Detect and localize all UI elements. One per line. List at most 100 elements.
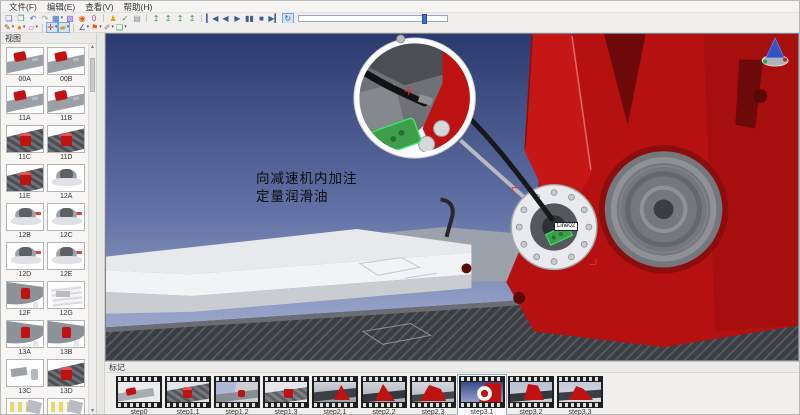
pause-icon[interactable]: ▮▮ xyxy=(244,14,254,23)
view-thumbnail-image[interactable] xyxy=(6,203,44,231)
view-thumbnail-12A[interactable]: 12A xyxy=(46,164,88,201)
view-thumbnail-image[interactable] xyxy=(6,359,44,387)
view-thumbnail-12D[interactable]: 12D xyxy=(4,242,46,279)
view-thumbnail-12G[interactable]: 12G xyxy=(46,281,88,318)
scroll-down-icon[interactable]: ▼ xyxy=(90,408,95,414)
view-thumbnail-13B[interactable]: 13B xyxy=(46,320,88,357)
flag-tool-icon-dropdown[interactable]: ▾ xyxy=(99,23,102,32)
step-thumbnail-image[interactable] xyxy=(216,382,258,402)
redo-icon[interactable]: ↷ xyxy=(40,14,50,23)
image-capture-icon[interactable]: ▧ xyxy=(65,14,75,23)
paste-icon[interactable]: ❐ xyxy=(16,14,26,23)
step-thumbnail-image[interactable] xyxy=(167,382,209,402)
move-tool-icon[interactable]: ✛▾ xyxy=(47,23,57,32)
view-thumbnail-image[interactable] xyxy=(47,320,85,348)
view-thumbnail-image[interactable] xyxy=(6,86,44,114)
grid-page-icon[interactable]: ▤ xyxy=(132,14,142,23)
view-thumbnail-12C[interactable]: 12C xyxy=(46,203,88,240)
move-tool-icon-dropdown[interactable]: ▾ xyxy=(55,23,58,32)
step-thumbnail-image[interactable] xyxy=(363,382,405,402)
loop-icon[interactable]: ↻ xyxy=(283,14,293,23)
view-thumbnail-image[interactable] xyxy=(6,281,44,309)
view-thumbnail-image[interactable] xyxy=(6,398,44,414)
step-thumbnail-step2.2[interactable]: step2.2 xyxy=(360,375,408,415)
export-up-icon-1[interactable]: ↥ xyxy=(151,14,161,23)
view-thumbnail-image[interactable] xyxy=(47,242,85,270)
step-thumbnail-step2.1[interactable]: step2.1 xyxy=(311,375,359,415)
step-filmstrip-frame[interactable] xyxy=(410,376,456,408)
panel-splitter[interactable] xyxy=(97,33,105,414)
menu-item-0[interactable]: 文件(F) xyxy=(4,1,42,13)
stop-icon[interactable]: ■ xyxy=(256,14,266,23)
step-thumbnail-step0[interactable]: step0 xyxy=(115,375,163,415)
view-thumbnail-image[interactable] xyxy=(47,281,85,309)
step-thumbnail-image[interactable] xyxy=(412,382,454,402)
go-last-icon[interactable]: ▶▎ xyxy=(268,14,280,23)
view-thumbnail-11B[interactable]: 11B xyxy=(46,86,88,123)
pen-tool-icon-dropdown[interactable]: ▾ xyxy=(12,23,15,32)
view-thumbnail-image[interactable] xyxy=(6,320,44,348)
view-thumbnail-image[interactable] xyxy=(47,359,85,387)
menu-item-3[interactable]: 帮助(H) xyxy=(119,1,158,13)
step-thumbnail-image[interactable] xyxy=(314,382,356,402)
knife-tool-icon[interactable]: ✐▾ xyxy=(104,23,114,32)
step-thumbnail-image[interactable] xyxy=(559,382,601,402)
step-filmstrip-frame[interactable] xyxy=(508,376,554,408)
step-filmstrip-frame[interactable] xyxy=(214,376,260,408)
timeline-slider[interactable] xyxy=(298,15,448,22)
view-thumbnail-image[interactable] xyxy=(47,86,85,114)
step-filmstrip-frame[interactable] xyxy=(263,376,309,408)
view-thumbnail-image[interactable] xyxy=(6,125,44,153)
eraser-tool-icon-dropdown[interactable]: ▾ xyxy=(36,23,39,32)
view-thumbnail-12B[interactable]: 12B xyxy=(4,203,46,240)
view-thumbnail-image[interactable] xyxy=(6,164,44,192)
view-thumbnail-image[interactable] xyxy=(6,242,44,270)
view-thumbnail-image[interactable] xyxy=(47,47,85,75)
measure-tool-icon-dropdown[interactable]: ▾ xyxy=(87,23,90,32)
eraser-tool-icon[interactable]: ▱▾ xyxy=(28,23,38,32)
step-thumbnail-image[interactable] xyxy=(510,382,552,402)
menu-item-2[interactable]: 查看(V) xyxy=(80,1,118,13)
step-filmstrip-frame[interactable] xyxy=(557,376,603,408)
step-thumbnail-step1.3[interactable]: step1.3 xyxy=(262,375,310,415)
step-thumbnail-image[interactable] xyxy=(461,382,503,402)
timeline-slider-handle[interactable] xyxy=(422,14,427,24)
view-thumbnail-13D[interactable]: 13D xyxy=(46,359,88,396)
export-up-icon-4[interactable]: ↥ xyxy=(187,14,197,23)
color-ball-tool-icon[interactable]: ●▾ xyxy=(16,23,26,32)
open-file-icon[interactable]: ❏ xyxy=(4,14,14,23)
display-mode-icon[interactable]: ▦▾ xyxy=(52,14,63,23)
undo-icon[interactable]: ↶ xyxy=(28,14,38,23)
step-filmstrip-frame[interactable] xyxy=(116,376,162,408)
step-thumbnail-step2.3[interactable]: step2.3 xyxy=(409,375,457,415)
view-thumbnail-image[interactable] xyxy=(47,164,85,192)
play-icon[interactable]: ▶ xyxy=(232,14,242,23)
stamp-tool-icon-dropdown[interactable]: ▾ xyxy=(124,23,127,32)
marker-tool-icon[interactable]: ▰▾ xyxy=(59,23,69,32)
view-thumbnail-partial-18[interactable] xyxy=(4,398,46,414)
flag-tool-icon[interactable]: ⚑▾ xyxy=(91,23,102,32)
view-thumbnail-11C[interactable]: 11C xyxy=(4,125,46,162)
view-thumbnail-11A[interactable]: 11A xyxy=(4,86,46,123)
views-scrollbar-thumb[interactable] xyxy=(90,58,95,92)
view-thumbnail-11D[interactable]: 11D xyxy=(46,125,88,162)
step-back-icon[interactable]: ◀ xyxy=(220,14,230,23)
view-thumbnail-image[interactable] xyxy=(6,47,44,75)
export-up-icon-2[interactable]: ↥ xyxy=(163,14,173,23)
step-filmstrip-frame[interactable] xyxy=(165,376,211,408)
step-thumbnail-image[interactable] xyxy=(265,382,307,402)
viewport-3d[interactable]: 向减速机内加注 定量润滑油 Line02 xyxy=(105,33,799,361)
go-first-icon[interactable]: ▎◀ xyxy=(206,14,218,23)
check-page-icon[interactable]: ✓ xyxy=(120,14,130,23)
step-thumbnail-step3.3[interactable]: step3.3 xyxy=(556,375,604,415)
step-thumbnail-step3.2[interactable]: step3.2 xyxy=(507,375,555,415)
knife-tool-icon-dropdown[interactable]: ▾ xyxy=(112,23,115,32)
stamp-tool-icon[interactable]: ❏▾ xyxy=(116,23,127,32)
view-thumbnail-00B[interactable]: 00B xyxy=(46,47,88,84)
view-thumbnail-image[interactable] xyxy=(47,203,85,231)
step-filmstrip-frame[interactable] xyxy=(459,376,505,408)
step-thumbnail-step1.1[interactable]: step1.1 xyxy=(164,375,212,415)
zero-state-icon[interactable]: 0 xyxy=(89,14,99,23)
view-thumbnail-image[interactable] xyxy=(47,398,85,414)
color-ball-tool-icon-dropdown[interactable]: ▾ xyxy=(23,23,26,32)
